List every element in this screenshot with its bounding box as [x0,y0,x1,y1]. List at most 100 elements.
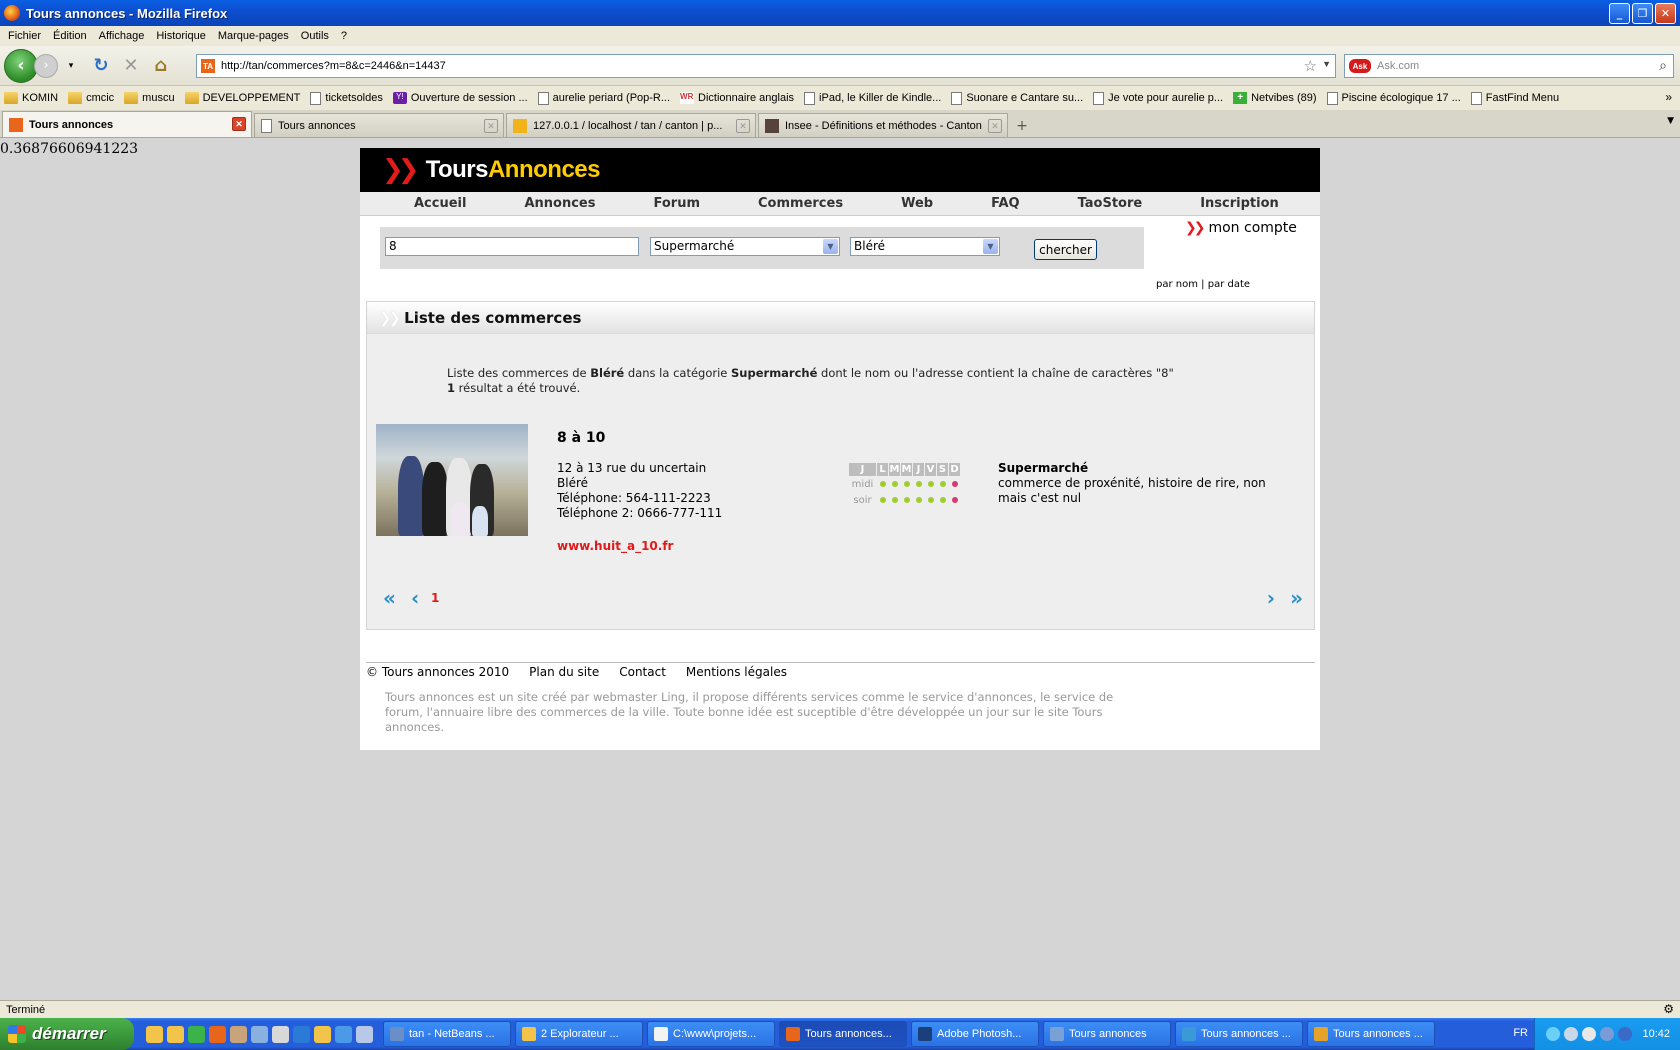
bookmark-item[interactable]: Suonare e Cantare su... [951,91,1083,105]
resize-grip-icon[interactable]: ⚙ [1663,1002,1674,1016]
pager-next-icon[interactable]: › [1267,586,1275,610]
account-link-label[interactable]: mon compte [1208,220,1296,236]
search-query-input[interactable]: 8 [385,237,639,256]
tray-icon[interactable] [1600,1027,1615,1041]
tab-tours-annonces-2[interactable]: Tours annonces ✕ [254,113,504,137]
nav-faq[interactable]: FAQ [991,196,1020,211]
bookmark-item[interactable]: + Netvibes (89) [1233,92,1317,104]
tab-list-icon[interactable]: ▼ [1667,116,1674,126]
bookmark-item[interactable]: ticketsoldes [310,91,383,105]
sort-by-name-link[interactable]: par nom [1156,279,1198,290]
menu-marque-pages[interactable]: Marque-pages [216,30,297,42]
nav-inscription[interactable]: Inscription [1200,196,1279,211]
tab-insee[interactable]: Insee - Définitions et méthodes - Canton… [758,113,1008,137]
new-tab-icon[interactable]: + [1010,115,1034,137]
language-indicator[interactable]: FR [1513,1027,1528,1039]
bookmark-item[interactable]: KOMIN [4,92,58,104]
minimize-button[interactable]: _ [1609,3,1630,24]
bookmark-item[interactable]: Piscine écologique 17 ... [1326,91,1461,105]
account-link[interactable]: ❯❯ mon compte [1185,220,1297,236]
pager-prev-icon[interactable]: ‹ [411,586,419,610]
chevron-down-icon[interactable]: ▼ [983,239,998,254]
tab-close-icon[interactable]: ✕ [484,119,498,133]
search-placeholder[interactable]: Ask.com [1377,60,1419,72]
firefox-icon[interactable] [209,1025,226,1043]
business-name[interactable]: 8 à 10 [557,430,605,446]
search-bar[interactable]: Ask Ask.com ⌕ [1344,54,1674,78]
url-text[interactable]: http://tan/commerces?m=8&c=2446&n=14437 [221,60,446,72]
nav-forum[interactable]: Forum [654,196,701,211]
search-button[interactable]: chercher [1034,239,1097,260]
history-dropdown-icon[interactable]: ▾ [60,55,82,77]
tool-icon[interactable] [251,1025,268,1043]
menu-help[interactable]: ? [339,30,355,42]
nav-taostore[interactable]: TaoStore [1078,196,1143,211]
tab-tours-annonces-1[interactable]: Tours annonces ✕ [2,111,252,137]
tray-icon[interactable] [1546,1027,1561,1041]
close-button[interactable]: ✕ [1655,3,1676,24]
sort-by-date-link[interactable]: par date [1208,279,1250,290]
maximize-button[interactable]: ❐ [1632,3,1653,24]
menu-outils[interactable]: Outils [299,30,337,42]
bookmarks-overflow-icon[interactable]: » [1665,90,1672,104]
city-select[interactable]: Bléré ▼ [850,237,1000,256]
home-icon[interactable]: ⌂ [150,55,172,77]
tab-close-icon[interactable]: ✕ [232,117,246,131]
bookmark-item[interactable]: iPad, le Killer de Kindle... [804,91,941,105]
taskbar-task[interactable]: 2 Explorateur ... [515,1021,643,1047]
menu-edition[interactable]: Édition [51,30,95,42]
bookmark-item[interactable]: DEVELOPPEMENT [184,92,300,104]
back-button[interactable]: ‹ [4,48,38,83]
nav-web[interactable]: Web [901,196,933,211]
pager-last-icon[interactable]: » [1290,586,1303,610]
bookmark-item[interactable]: WR Dictionnaire anglais [680,92,794,104]
pager-first-icon[interactable]: « [383,586,396,610]
folder-icon[interactable] [167,1025,184,1043]
url-dropdown-icon[interactable]: ▼ [1322,59,1331,69]
taskbar-task[interactable]: Adobe Photosh... [911,1021,1039,1047]
user-icon[interactable] [230,1025,247,1043]
bookmark-item[interactable]: Je vote pour aurelie p... [1093,91,1223,105]
ask-engine-icon[interactable]: Ask [1349,59,1371,73]
tray-icon[interactable] [1564,1027,1579,1041]
url-bar[interactable]: TA http://tan/commerces?m=8&c=2446&n=144… [196,54,1336,78]
search-magnifier-icon[interactable]: ⌕ [1659,57,1667,74]
menu-historique[interactable]: Historique [154,30,214,42]
folder-icon[interactable] [146,1025,163,1043]
forward-button[interactable]: › [34,53,58,78]
chevron-down-icon[interactable]: ▼ [823,239,838,254]
logo-part1[interactable]: Tours [426,156,489,184]
nav-accueil[interactable]: Accueil [414,196,466,211]
tab-close-icon[interactable]: ✕ [988,119,1002,133]
shield-icon[interactable] [1618,1027,1633,1041]
chrome-icon[interactable] [188,1025,205,1043]
taskbar-task[interactable]: Tours annonces ... [1307,1021,1435,1047]
reload-icon[interactable]: ↻ [90,55,112,77]
business-website-link[interactable]: www.huit_a_10.fr [557,539,673,553]
stop-icon[interactable]: ✕ [120,55,142,77]
category-select[interactable]: Supermarché ▼ [650,237,840,256]
app-icon[interactable] [272,1025,289,1043]
ie-icon[interactable] [293,1025,310,1043]
bookmark-item[interactable]: FastFind Menu [1470,91,1559,105]
taskbar-task[interactable]: tan - NetBeans ... [383,1021,511,1047]
pager-current-page[interactable]: 1 [431,591,439,605]
bookmark-item[interactable]: Y! Ouverture de session ... [392,92,528,104]
menu-fichier[interactable]: Fichier [6,30,49,42]
taskbar-task[interactable]: C:\www\projets... [647,1021,775,1047]
tray-icon[interactable] [1582,1027,1597,1041]
business-photo[interactable] [376,424,528,536]
taskbar-task[interactable]: Tours annonces [1043,1021,1171,1047]
tab-close-icon[interactable]: ✕ [736,119,750,133]
footer-contact[interactable]: Contact [619,665,666,679]
tab-phpmyadmin[interactable]: 127.0.0.1 / localhost / tan / canton | p… [506,113,756,137]
footer-mentions-legales[interactable]: Mentions légales [686,665,787,679]
ie-icon[interactable] [335,1025,352,1043]
folder-icon[interactable] [314,1025,331,1043]
globe-icon[interactable] [356,1025,373,1043]
logo-part2[interactable]: Annonces [488,156,601,184]
nav-commerces[interactable]: Commerces [758,196,843,211]
start-button[interactable]: démarrer [0,1018,134,1050]
bookmark-item[interactable]: cmcic [68,92,114,104]
taskbar-task[interactable]: Tours annonces ... [1175,1021,1303,1047]
